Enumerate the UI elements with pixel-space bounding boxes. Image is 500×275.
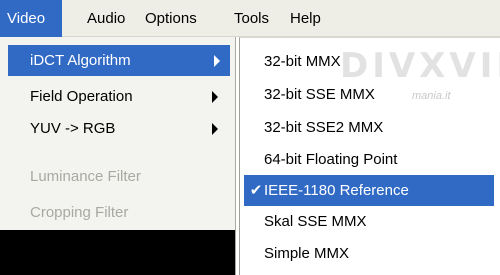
menu-item-field-operation[interactable]: Field Operation (8, 81, 228, 112)
submenu-item-32bit-mmx[interactable]: 32-bit MMX (240, 46, 497, 77)
idct-algorithm-submenu: DIVXVID mania.it 32-bit MMX 32-bit SSE M… (239, 37, 500, 275)
menu-audio[interactable]: Audio (80, 0, 132, 37)
menu-item-idct-algorithm[interactable]: iDCT Algorithm (8, 45, 230, 76)
menu-help[interactable]: Help (283, 0, 328, 37)
submenu-item-32bit-sse-mmx[interactable]: 32-bit SSE MMX (240, 79, 497, 110)
menu-tools[interactable]: Tools (227, 0, 276, 37)
menu-item-label: Field Operation (30, 88, 133, 105)
submenu-arrow-icon (214, 54, 220, 67)
checkmark-icon: ✔ (249, 182, 263, 199)
submenu-item-label: 64-bit Floating Point (264, 151, 398, 168)
menu-item-cropping-filter: Cropping Filter (8, 197, 228, 228)
submenu-item-label: Simple MMX (264, 245, 350, 262)
submenu-item-64bit-floating-point[interactable]: 64-bit Floating Point (240, 144, 497, 175)
menu-item-luminance-filter: Luminance Filter (8, 161, 228, 192)
menu-item-yuv-rgb[interactable]: YUV -> RGB (8, 113, 228, 144)
submenu-item-simple-mmx[interactable]: Simple MMX (240, 238, 497, 269)
submenu-item-label: 32-bit SSE2 MMX (264, 119, 384, 136)
submenu-item-ieee-1180-reference[interactable]: ✔ IEEE-1180 Reference (244, 175, 494, 206)
submenu-item-label: 32-bit SSE MMX (264, 86, 375, 103)
menu-item-label: YUV -> RGB (30, 120, 116, 137)
video-area-background (0, 230, 235, 275)
menu-video[interactable]: Video (0, 0, 62, 37)
menu-item-label: Luminance Filter (30, 168, 141, 185)
submenu-item-label: 32-bit MMX (264, 53, 341, 70)
video-menu-dropdown: iDCT Algorithm Field Operation YUV -> RG… (0, 37, 236, 275)
submenu-arrow-icon (212, 122, 218, 135)
menu-bar: Video Audio Options Tools Help (0, 0, 500, 37)
menu-item-label: Cropping Filter (30, 204, 129, 221)
submenu-item-skal-sse-mmx[interactable]: Skal SSE MMX (240, 206, 497, 237)
submenu-arrow-icon (212, 90, 218, 103)
submenu-item-label: IEEE-1180 Reference (264, 182, 409, 199)
menu-options[interactable]: Options (138, 0, 204, 37)
submenu-item-32bit-sse2-mmx[interactable]: 32-bit SSE2 MMX (240, 112, 497, 143)
submenu-item-label: Skal SSE MMX (264, 213, 367, 230)
menu-item-label: iDCT Algorithm (30, 52, 131, 69)
